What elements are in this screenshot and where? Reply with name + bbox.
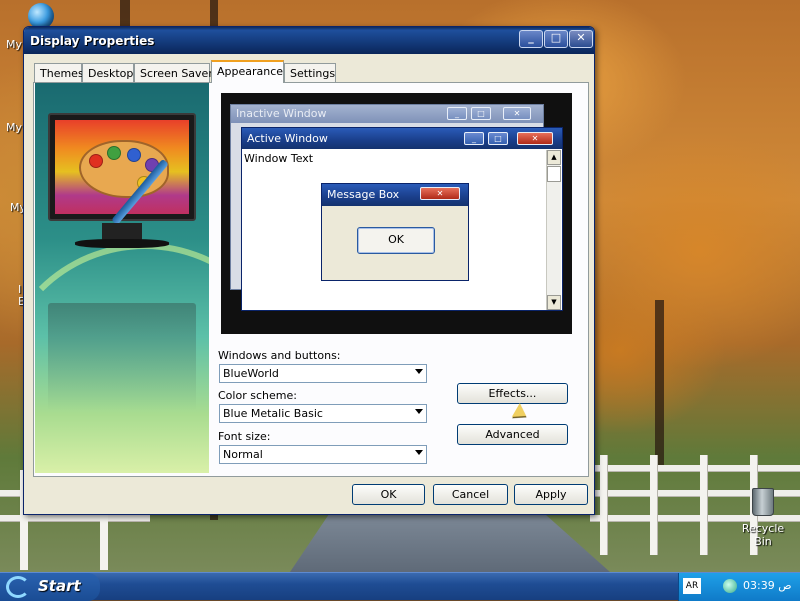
window-title: Display Properties bbox=[30, 34, 155, 48]
preview-scrollbar: ▲ ▼ bbox=[546, 150, 561, 310]
language-indicator[interactable]: AR bbox=[683, 578, 701, 594]
windows-buttons-select[interactable]: BlueWorld bbox=[219, 364, 427, 383]
color-scheme-select[interactable]: Blue Metalic Basic bbox=[219, 404, 427, 423]
monitor-icon bbox=[48, 113, 196, 226]
active-window-title: Active Window bbox=[242, 128, 562, 149]
dropdown-arrow-icon bbox=[415, 450, 423, 455]
recycle-bin-icon bbox=[752, 488, 774, 516]
tree-trunk bbox=[655, 300, 664, 470]
advanced-button[interactable]: Advanced bbox=[457, 424, 568, 445]
cancel-button[interactable]: Cancel bbox=[433, 484, 508, 505]
start-logo-icon bbox=[6, 576, 30, 598]
close-button[interactable]: ✕ bbox=[569, 30, 593, 48]
color-scheme-value: Blue Metalic Basic bbox=[223, 407, 323, 420]
preview-ok-button: OK bbox=[357, 227, 435, 254]
tab-settings[interactable]: Settings bbox=[284, 63, 336, 82]
appearance-preview: Inactive Window _ □ ✕ Active Window _ □ … bbox=[221, 93, 572, 334]
tab-screen-saver[interactable]: Screen Saver bbox=[134, 63, 213, 82]
start-button[interactable]: Start bbox=[0, 573, 100, 601]
font-size-select[interactable]: Normal bbox=[219, 445, 427, 464]
minimize-button[interactable]: _ bbox=[519, 30, 543, 48]
dropdown-arrow-icon bbox=[415, 369, 423, 374]
monitor-artwork bbox=[35, 83, 209, 473]
system-tray: AR 03:39 ص bbox=[678, 573, 800, 601]
ok-button[interactable]: OK bbox=[352, 484, 425, 505]
windows-buttons-value: BlueWorld bbox=[223, 367, 279, 380]
taskbar: Start AR 03:39 ص bbox=[0, 572, 800, 601]
title-bar[interactable]: Display Properties _ □ ✕ bbox=[24, 27, 594, 54]
tab-desktop[interactable]: Desktop bbox=[82, 63, 134, 82]
inactive-window-title: Inactive Window bbox=[231, 105, 543, 123]
clock[interactable]: 03:39 ص bbox=[743, 579, 792, 592]
network-status-icon[interactable] bbox=[723, 579, 737, 593]
maximize-button[interactable]: □ bbox=[544, 30, 568, 48]
tab-appearance[interactable]: Appearance bbox=[211, 60, 284, 83]
window-text-sample: Window Text bbox=[244, 152, 314, 165]
recycle-bin-label: Recycle Bin bbox=[741, 522, 785, 548]
apply-button[interactable]: Apply bbox=[514, 484, 588, 505]
desktop-icon-label[interactable]: My bbox=[6, 38, 22, 51]
start-label: Start bbox=[38, 577, 81, 595]
windows-buttons-label: Windows and buttons: bbox=[218, 349, 341, 362]
recycle-bin[interactable]: Recycle Bin bbox=[738, 488, 788, 548]
message-box-preview: Message Box ✕ OK bbox=[321, 183, 469, 281]
dropdown-arrow-icon bbox=[415, 409, 423, 414]
font-size-label: Font size: bbox=[218, 430, 271, 443]
font-size-value: Normal bbox=[223, 448, 263, 461]
display-properties-window: Display Properties _ □ ✕ Themes Desktop … bbox=[23, 26, 595, 515]
desktop-icon-label[interactable]: My bbox=[6, 121, 22, 134]
road bbox=[290, 515, 610, 572]
paint-palette-icon bbox=[79, 140, 169, 226]
effects-button[interactable]: Effects... bbox=[457, 383, 568, 404]
tab-themes[interactable]: Themes bbox=[34, 63, 84, 82]
color-scheme-label: Color scheme: bbox=[218, 389, 297, 402]
